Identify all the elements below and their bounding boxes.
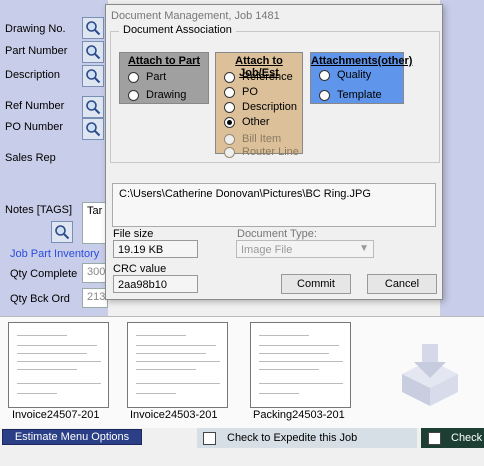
radio-router-line: Router Line [224,146,299,158]
drawing-no-label: Drawing No. [5,23,66,35]
attachment-thumbnail[interactable] [8,322,109,408]
radio-button[interactable] [224,86,235,98]
radio-button[interactable] [224,71,235,83]
radio-other[interactable]: Other [224,116,270,128]
part-number-search-button[interactable] [82,41,104,63]
attachments-other-title: Attachments(other) [311,55,413,67]
qty-bck-ord-label: Qty Bck Ord [10,293,70,305]
description-search-button[interactable] [82,65,104,87]
radio-template[interactable]: Template [319,89,382,101]
sales-rep-label: Sales Rep [5,152,56,164]
expedite-label: Check to Expedite this Job [227,432,358,444]
attachments-other-panel: Attachments(other) Quality Template [310,52,413,104]
radio-bill-item: Bill Item [224,133,281,145]
document-type-label: Document Type: [237,228,317,240]
attachment-label: Invoice24507-201 [12,409,100,421]
magnifier-icon [86,100,101,115]
po-number-label: PO Number [5,121,64,133]
magnifier-icon [55,225,70,240]
crc-field: 2aa98b10 [113,275,198,293]
dialog-title: Document Management, Job 1481 [111,10,280,22]
document-management-dialog: Document Management, Job 1481 Document A… [105,4,443,300]
file-size-label: File size [113,228,154,240]
magnifier-icon [86,21,101,36]
radio-button-selected[interactable] [224,116,235,128]
magnifier-icon [86,122,101,137]
radio-button[interactable] [319,89,330,101]
cancel-button[interactable]: Cancel [367,274,437,294]
attach-to-part-panel: Attach to Part Part Drawing [119,52,209,104]
part-number-label: Part Number [5,45,68,57]
radio-quality[interactable]: Quality [319,69,371,81]
radio-part[interactable]: Part [128,71,166,83]
second-checkbox[interactable] [428,431,441,445]
radio-po[interactable]: PO [224,86,258,98]
po-number-search-button[interactable] [82,118,104,140]
file-path-field[interactable]: C:\Users\Catherine Donovan\Pictures\BC R… [112,183,436,227]
document-drop-icon[interactable] [392,334,468,410]
radio-description[interactable]: Description [224,101,297,113]
radio-button[interactable] [128,89,139,101]
attachment-label: Packing24503-201 [253,409,345,421]
second-checkbox-area[interactable]: Check [421,428,484,448]
radio-button[interactable] [319,69,330,81]
qty-complete-label: Qty Complete [10,268,78,280]
job-part-inventory-heading: Job Part Inventory [10,248,100,260]
radio-button-disabled [224,133,235,145]
form-background-right [440,0,484,316]
document-type-select: Image File ▼ [236,240,374,258]
second-checkbox-label: Check [451,432,483,444]
chevron-down-icon: ▼ [359,243,369,254]
attachment-thumbnail[interactable] [250,322,351,408]
attachment-thumbnail[interactable] [127,322,228,408]
ref-number-search-button[interactable] [82,96,104,118]
radio-button[interactable] [224,101,235,113]
radio-button[interactable] [128,71,139,83]
drawing-no-search-button[interactable] [82,17,104,39]
attach-to-job-panel: Attach to Job/Est Reference PO Descripti… [215,52,303,158]
estimate-menu-options-button[interactable]: Estimate Menu Options [2,429,142,445]
file-size-field: 19.19 KB [113,240,198,258]
radio-drawing[interactable]: Drawing [128,89,186,101]
radio-button-disabled [224,146,235,158]
description-label: Description [5,69,61,81]
commit-button[interactable]: Commit [281,274,351,294]
bottom-strip [0,448,484,466]
attachment-label: Invoice24503-201 [130,409,218,421]
notes-search-button[interactable] [51,221,73,243]
radio-reference[interactable]: Reference [224,71,293,83]
expedite-checkbox[interactable] [203,431,216,445]
crc-label: CRC value [113,263,167,275]
document-association-group: Document Association Attach to Part Part… [110,24,440,163]
magnifier-icon [86,69,101,84]
ref-number-label: Ref Number [5,100,65,112]
attach-to-part-title: Attach to Part [127,55,201,67]
magnifier-icon [86,45,101,60]
expedite-checkbox-area[interactable]: Check to Expedite this Job [197,428,417,448]
document-association-legend: Document Association [119,24,236,36]
notes-tags-label: Notes [TAGS] [5,204,73,216]
